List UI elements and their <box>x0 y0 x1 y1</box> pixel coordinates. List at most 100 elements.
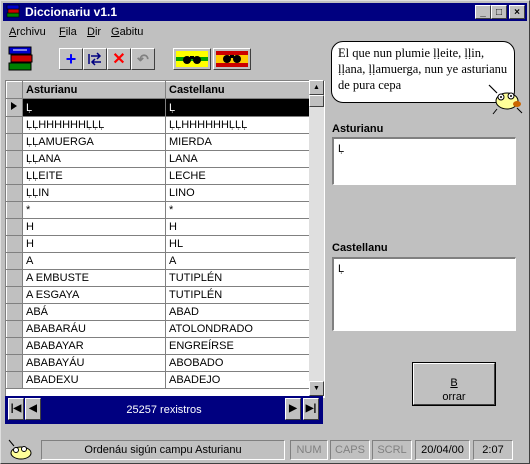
row-indicator[interactable] <box>6 371 23 389</box>
minimize-button[interactable]: _ <box>475 5 491 19</box>
row-indicator[interactable] <box>6 252 23 270</box>
cell-castellanu[interactable]: TUTIPLÉN <box>165 269 310 287</box>
close-button[interactable]: × <box>509 5 525 19</box>
scroll-thumb[interactable] <box>309 95 324 107</box>
row-indicator[interactable] <box>6 218 23 236</box>
cell-asturianu[interactable]: A <box>22 252 166 270</box>
row-indicator[interactable] <box>6 354 23 372</box>
cell-castellanu[interactable]: H <box>165 218 310 236</box>
table-row[interactable]: ABADEXU ABADEJO <box>6 371 310 389</box>
table-row[interactable]: A EMBUSTE TUTIPLÉN <box>6 269 310 287</box>
table-row[interactable]: A ESGAYA TUTIPLÉN <box>6 286 310 304</box>
row-indicator[interactable] <box>6 184 23 202</box>
cell-asturianu[interactable]: ḶḶANA <box>22 150 166 168</box>
cell-asturianu[interactable]: ABADEXU <box>22 371 166 389</box>
cell-asturianu[interactable]: ABABAYÁU <box>22 354 166 372</box>
title-bar[interactable]: Diccionariu v1.1 _ □ × <box>3 3 527 21</box>
table-row[interactable]: ḶḶIN LINO <box>6 184 310 202</box>
cell-castellanu[interactable]: LANA <box>165 150 310 168</box>
cell-castellanu[interactable]: LECHE <box>165 167 310 185</box>
books-app-icon[interactable] <box>6 4 21 19</box>
table-row[interactable]: ḶḶ <box>6 98 310 117</box>
cell-asturianu[interactable]: ABABAYAR <box>22 337 166 355</box>
asturianu-input[interactable]: Ḷ <box>332 137 516 185</box>
row-indicator[interactable] <box>6 303 23 321</box>
menu-fila[interactable]: Fila <box>59 26 77 38</box>
table-row[interactable]: ABÁ ABAD <box>6 303 310 321</box>
maximize-button[interactable]: □ <box>491 5 507 19</box>
cell-castellanu[interactable]: A <box>165 252 310 270</box>
table-row[interactable]: AA <box>6 252 310 270</box>
grid-vertical-scrollbar[interactable]: ▲ ▼ <box>309 80 324 396</box>
cell-asturianu[interactable]: H <box>22 218 166 236</box>
next-record-button[interactable]: ▶ <box>285 398 301 420</box>
table-row[interactable]: HH <box>6 218 310 236</box>
cell-asturianu[interactable]: A ESGAYA <box>22 286 166 304</box>
column-header-asturianu[interactable]: Asturianu <box>22 81 166 99</box>
cell-asturianu[interactable]: ḶḶEITE <box>22 167 166 185</box>
cell-asturianu[interactable]: A EMBUSTE <box>22 269 166 287</box>
cell-castellanu[interactable]: ABOBADO <box>165 354 310 372</box>
scroll-up-arrow-icon[interactable]: ▲ <box>309 80 324 95</box>
clear-button[interactable]: Borrar <box>412 362 496 406</box>
search-button[interactable] <box>173 48 211 70</box>
menu-dir[interactable]: Dir <box>87 26 101 38</box>
cell-asturianu[interactable]: ḶḶAMUERGA <box>22 133 166 151</box>
last-record-button[interactable]: ▶| <box>303 398 319 420</box>
row-indicator[interactable] <box>6 98 23 117</box>
cell-castellanu[interactable]: HL <box>165 235 310 253</box>
table-row[interactable]: ḶḶAMUERGA MIERDA <box>6 133 310 151</box>
cell-castellanu[interactable]: Ḷ <box>165 98 310 117</box>
scroll-lock-indicator: SCRL <box>372 440 412 460</box>
delete-record-button[interactable]: ✕ <box>107 48 131 70</box>
cell-castellanu[interactable]: ATOLONDRADO <box>165 320 310 338</box>
table-row[interactable]: H HL <box>6 235 310 253</box>
dictionary-grid[interactable]: Asturianu Castellanu Ḷ Ḷ ḶḶHHHHHHḶḶḶ ḶḶHHHH… <box>5 80 325 398</box>
row-indicator[interactable] <box>6 269 23 287</box>
row-indicator[interactable] <box>6 133 23 151</box>
cell-asturianu[interactable]: * <box>22 201 166 219</box>
cell-castellanu[interactable]: ABADEJO <box>165 371 310 389</box>
cell-castellanu[interactable]: MIERDA <box>165 133 310 151</box>
status-date: 20/04/00 <box>415 440 470 460</box>
table-row[interactable]: ABABAYÁU ABOBADO <box>6 354 310 372</box>
castellanu-input[interactable]: Ḷ <box>332 257 516 331</box>
row-indicator[interactable] <box>6 201 23 219</box>
row-indicator[interactable] <box>6 286 23 304</box>
column-header-castellanu[interactable]: Castellanu <box>165 81 310 99</box>
row-indicator[interactable] <box>6 320 23 338</box>
search-spanish-button[interactable] <box>213 48 251 70</box>
cell-castellanu[interactable]: TUTIPLÉN <box>165 286 310 304</box>
grid-table: Asturianu Castellanu Ḷ Ḷ ḶḶHHHHHHḶḶḶ ḶḶHHHH… <box>6 81 310 389</box>
row-indicator[interactable] <box>6 235 23 253</box>
menu-archivu[interactable]: Archivu <box>9 26 46 38</box>
undo-button[interactable]: ↶ <box>131 48 155 70</box>
cell-castellanu[interactable]: ḶḶHHHHHHḶḶḶ <box>165 116 310 134</box>
row-indicator[interactable] <box>6 150 23 168</box>
scroll-down-arrow-icon[interactable]: ▼ <box>309 381 324 396</box>
row-indicator[interactable] <box>6 116 23 134</box>
table-row[interactable]: ḶḶANA LANA <box>6 150 310 168</box>
cell-asturianu[interactable]: ABÁ <box>22 303 166 321</box>
cell-asturianu[interactable]: Ḷ <box>22 98 166 117</box>
cell-castellanu[interactable]: * <box>165 201 310 219</box>
row-indicator[interactable] <box>6 337 23 355</box>
table-row[interactable]: ABABAYAR ENGREÍRSE <box>6 337 310 355</box>
table-row[interactable]: ḶḶHHHHHHḶḶḶ ḶḶHHHHHHḶḶḶ <box>6 116 310 134</box>
table-row[interactable]: ABABARÁU ATOLONDRADO <box>6 320 310 338</box>
cell-asturianu[interactable]: ḶḶIN <box>22 184 166 202</box>
menu-archivu-label: rchivu <box>16 26 46 38</box>
menu-gabitu[interactable]: Gabitu <box>111 26 143 38</box>
add-record-button[interactable]: + <box>59 48 83 70</box>
cell-castellanu[interactable]: ABAD <box>165 303 310 321</box>
cell-castellanu[interactable]: ENGREÍRSE <box>165 337 310 355</box>
swap-direction-button[interactable] <box>83 48 107 70</box>
table-row[interactable]: * * <box>6 201 310 219</box>
cell-asturianu[interactable]: H <box>22 235 166 253</box>
cell-asturianu[interactable]: ABABARÁU <box>22 320 166 338</box>
table-row[interactable]: ḶḶEITE LECHE <box>6 167 310 185</box>
castellanu-label: Castellanu <box>332 242 388 254</box>
cell-castellanu[interactable]: LINO <box>165 184 310 202</box>
row-indicator[interactable] <box>6 167 23 185</box>
cell-asturianu[interactable]: ḶḶHHHHHHḶḶḶ <box>22 116 166 134</box>
